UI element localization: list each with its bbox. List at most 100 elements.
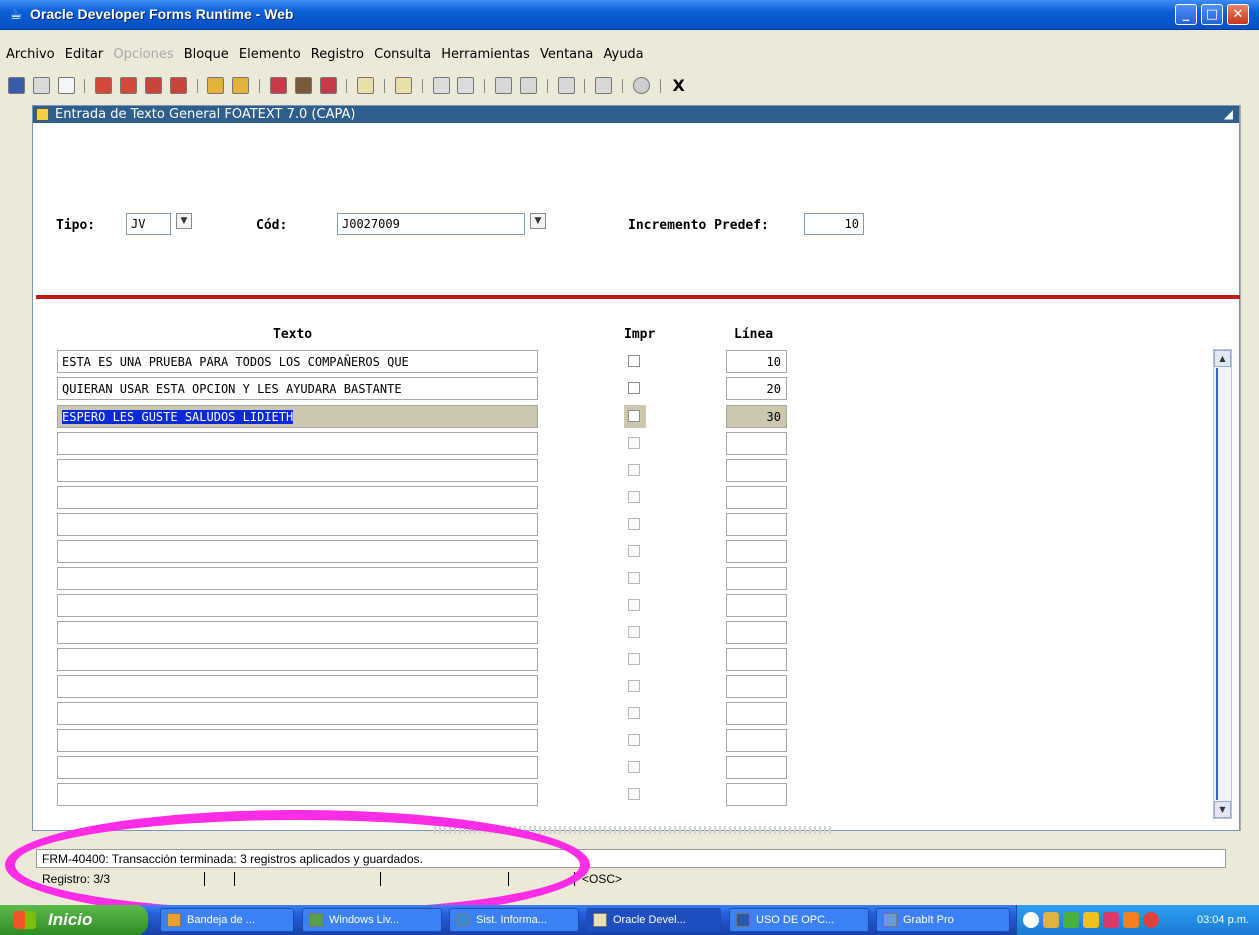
- impr-checkbox[interactable]: [628, 572, 640, 584]
- menu-consulta[interactable]: Consulta: [374, 47, 431, 62]
- form-restore-icon[interactable]: ◢: [1224, 106, 1233, 123]
- texto-cell[interactable]: [57, 621, 538, 644]
- vertical-scrollbar[interactable]: ▲ ▼: [1213, 349, 1232, 819]
- print-doc-icon[interactable]: [57, 77, 75, 94]
- texto-cell[interactable]: [57, 702, 538, 725]
- impr-checkbox[interactable]: [628, 491, 640, 503]
- menu-ventana[interactable]: Ventana: [540, 47, 593, 62]
- impr-checkbox[interactable]: [628, 680, 640, 692]
- linea-cell[interactable]: [726, 621, 787, 644]
- tray-network-icon[interactable]: [1063, 912, 1079, 928]
- tray-messenger-icon[interactable]: [1123, 912, 1139, 928]
- linea-cell[interactable]: [726, 729, 787, 752]
- printer-icon[interactable]: [394, 77, 412, 94]
- impr-checkbox[interactable]: [628, 382, 640, 394]
- cod-field[interactable]: J0027009: [337, 213, 525, 235]
- scroll-up-icon[interactable]: ▲: [1214, 350, 1231, 367]
- impr-checkbox[interactable]: [628, 734, 640, 746]
- copy-icon[interactable]: [457, 77, 475, 94]
- texto-cell-selected[interactable]: ESPERO LES GUSTE SALUDOS LIDIETH: [57, 405, 538, 428]
- previous-block-icon[interactable]: [95, 77, 113, 94]
- menu-bloque[interactable]: Bloque: [184, 47, 229, 62]
- texto-cell[interactable]: QUIERAN USAR ESTA OPCION Y LES AYUDARA B…: [57, 377, 538, 400]
- previous-record-icon[interactable]: [144, 77, 162, 94]
- menu-archivo[interactable]: Archivo: [6, 47, 55, 62]
- linea-cell[interactable]: 30: [726, 405, 787, 428]
- save-icon[interactable]: [8, 77, 25, 94]
- texto-cell[interactable]: [57, 567, 538, 590]
- impr-checkbox[interactable]: [628, 518, 640, 530]
- impr-checkbox[interactable]: [628, 437, 640, 449]
- impr-checkbox[interactable]: [628, 355, 640, 367]
- linea-cell[interactable]: [726, 459, 787, 482]
- tray-app-icon[interactable]: [1043, 912, 1059, 928]
- execute-query-icon[interactable]: [232, 77, 250, 94]
- texto-cell[interactable]: [57, 486, 538, 509]
- texto-cell[interactable]: [57, 594, 538, 617]
- impr-checkbox[interactable]: [628, 788, 640, 800]
- task-word[interactable]: USO DE OPC...: [729, 908, 869, 932]
- tray-k-icon[interactable]: [1103, 912, 1119, 928]
- task-grabit[interactable]: GrabIt Pro: [876, 908, 1010, 932]
- linea-cell[interactable]: [726, 675, 787, 698]
- impr-checkbox[interactable]: [628, 761, 640, 773]
- linea-cell[interactable]: [726, 486, 787, 509]
- next-record-icon[interactable]: [169, 77, 187, 94]
- remove-record-icon[interactable]: [294, 77, 312, 94]
- impr-checkbox[interactable]: [628, 626, 640, 638]
- linea-cell[interactable]: [726, 567, 787, 590]
- menu-registro[interactable]: Registro: [311, 47, 364, 62]
- crosshair-icon[interactable]: [595, 77, 613, 94]
- menu-ayuda[interactable]: Ayuda: [603, 47, 643, 62]
- texto-cell[interactable]: [57, 756, 538, 779]
- maximize-button[interactable]: □: [1201, 4, 1223, 25]
- linea-cell[interactable]: [726, 756, 787, 779]
- impr-checkbox[interactable]: [628, 599, 640, 611]
- menu-opciones[interactable]: Opciones: [113, 47, 173, 62]
- help-icon[interactable]: [632, 77, 650, 94]
- task-oracle[interactable]: Oracle Devel...: [586, 908, 721, 932]
- impr-checkbox[interactable]: [628, 545, 640, 557]
- menu-herramientas[interactable]: Herramientas: [441, 47, 530, 62]
- task-windows-live[interactable]: Windows Liv...: [302, 908, 442, 932]
- speaker-icon[interactable]: [557, 77, 575, 94]
- linea-cell[interactable]: [726, 783, 787, 806]
- impr-checkbox[interactable]: [628, 464, 640, 476]
- texto-cell[interactable]: [57, 675, 538, 698]
- linea-cell[interactable]: 20: [726, 377, 787, 400]
- close-button[interactable]: ✕: [1227, 4, 1249, 25]
- menu-elemento[interactable]: Elemento: [239, 47, 301, 62]
- cod-lov-dropdown-icon[interactable]: ▼: [530, 213, 546, 229]
- tray-arrow-icon[interactable]: [1023, 912, 1039, 928]
- cut-icon[interactable]: [432, 77, 450, 94]
- linea-cell[interactable]: [726, 648, 787, 671]
- clear-record-icon[interactable]: [319, 77, 337, 94]
- linea-cell[interactable]: [726, 540, 787, 563]
- minimize-button[interactable]: _: [1175, 4, 1197, 25]
- tree-icon[interactable]: [495, 77, 513, 94]
- scroll-down-icon[interactable]: ▼: [1214, 801, 1231, 818]
- menu-editar[interactable]: Editar: [65, 47, 104, 62]
- texto-cell[interactable]: [57, 459, 538, 482]
- enter-query-icon[interactable]: [207, 77, 225, 94]
- texto-cell[interactable]: [57, 648, 538, 671]
- texto-cell[interactable]: [57, 513, 538, 536]
- insert-record-icon[interactable]: [269, 77, 287, 94]
- linea-cell[interactable]: [726, 594, 787, 617]
- linea-cell[interactable]: [726, 432, 787, 455]
- tray-security-icon[interactable]: [1143, 912, 1159, 928]
- linea-cell[interactable]: [726, 702, 787, 725]
- incremento-field[interactable]: 10: [804, 213, 864, 235]
- horizontal-scrollbar[interactable]: [434, 826, 834, 834]
- start-button[interactable]: Inicio: [0, 905, 148, 935]
- exit-button[interactable]: X: [673, 76, 685, 95]
- task-outlook[interactable]: Bandeja de ...: [160, 908, 294, 932]
- tipo-field[interactable]: JV: [126, 213, 171, 235]
- tipo-lov-dropdown-icon[interactable]: ▼: [176, 213, 192, 229]
- texto-cell[interactable]: ESTA ES UNA PRUEBA PARA TODOS LOS COMPAÑ…: [57, 350, 538, 373]
- linea-cell[interactable]: [726, 513, 787, 536]
- hierarchy-icon[interactable]: [519, 77, 537, 94]
- impr-checkbox[interactable]: [628, 707, 640, 719]
- task-ie[interactable]: Sist. Informa...: [449, 908, 579, 932]
- texto-cell[interactable]: [57, 729, 538, 752]
